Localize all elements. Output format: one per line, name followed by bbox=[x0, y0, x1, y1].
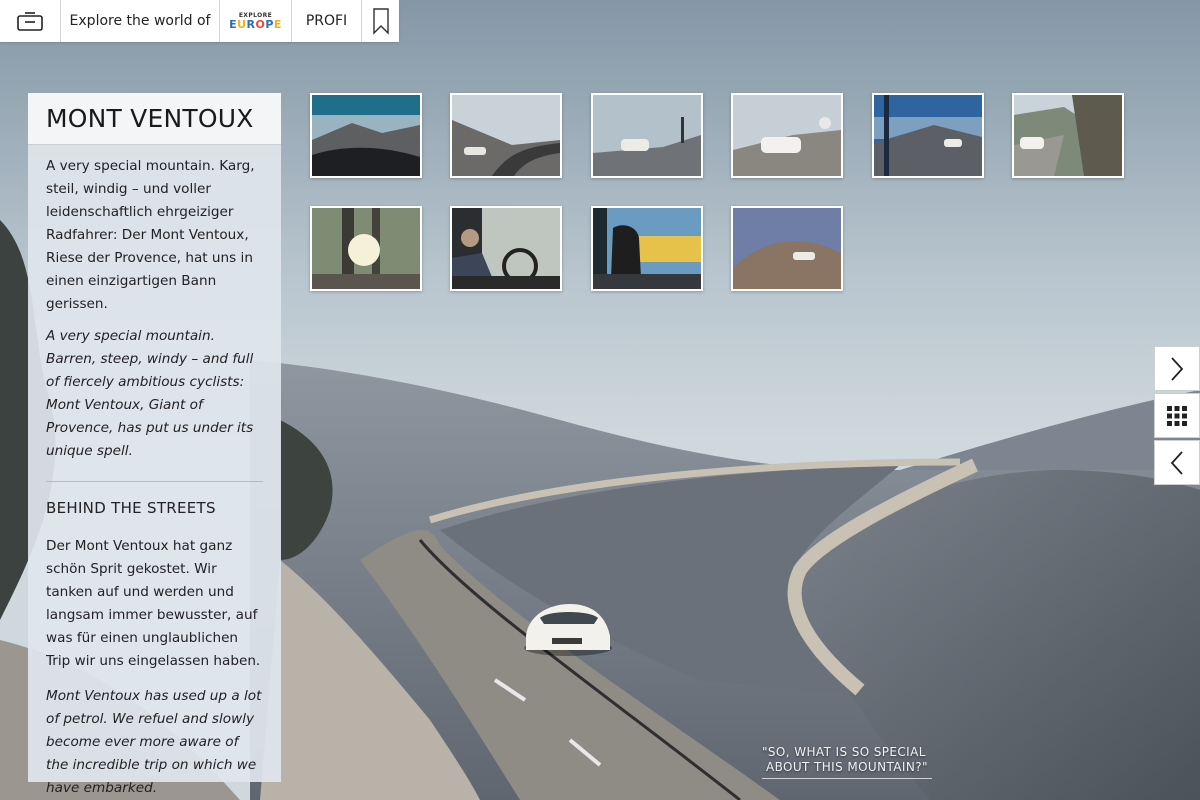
gallery-thumbnail[interactable] bbox=[872, 93, 984, 178]
top-navigation-bar: Explore the world of EXPLORE EUROPE PROF… bbox=[0, 0, 399, 42]
explore-europe-logo[interactable]: EXPLORE EUROPE bbox=[220, 0, 292, 42]
section-text-english: Mont Ventoux has used up a lot of petrol… bbox=[46, 688, 262, 796]
gallery-thumbnail[interactable] bbox=[731, 206, 843, 291]
bookmark-icon bbox=[372, 8, 389, 35]
drawer-icon bbox=[17, 12, 43, 31]
bookmark-button[interactable] bbox=[362, 0, 399, 42]
menu-button[interactable] bbox=[0, 0, 61, 42]
gallery-thumbnail[interactable] bbox=[450, 93, 562, 178]
gallery-thumbnail[interactable] bbox=[731, 93, 843, 178]
gallery-thumbnail[interactable] bbox=[310, 93, 422, 178]
article-title: MONT VENTOUX bbox=[28, 93, 281, 145]
previous-button[interactable] bbox=[1154, 440, 1200, 485]
next-button[interactable] bbox=[1154, 346, 1200, 391]
chevron-left-icon bbox=[1170, 450, 1183, 475]
logo-main-text: EUROPE bbox=[229, 17, 282, 31]
explore-label: Explore the world of bbox=[61, 0, 220, 42]
gallery-thumbnail[interactable] bbox=[450, 206, 562, 291]
grid-view-button[interactable] bbox=[1154, 393, 1200, 438]
grid-icon bbox=[1167, 405, 1187, 426]
section-text-german: Der Mont Ventoux hat ganz schön Sprit ge… bbox=[46, 538, 261, 669]
caption-line-2: ABOUT THIS MOUNTAIN?" bbox=[766, 760, 928, 774]
gallery-thumbnail[interactable] bbox=[591, 93, 703, 178]
gallery-thumbnail[interactable] bbox=[310, 206, 422, 291]
gallery-thumbnail[interactable] bbox=[591, 206, 703, 291]
intro-text-english: A very special mountain. Barren, steep, … bbox=[46, 328, 254, 459]
thumbnail-image bbox=[312, 95, 420, 176]
section-divider bbox=[46, 481, 263, 482]
caption-line-1: "SO, WHAT IS SO SPECIAL bbox=[762, 745, 926, 759]
photo-caption: "SO, WHAT IS SO SPECIAL ABOUT THIS MOUNT… bbox=[762, 745, 932, 779]
section-heading: BEHIND THE STREETS bbox=[46, 499, 216, 517]
chevron-right-icon bbox=[1171, 356, 1184, 381]
article-panel: MONT VENTOUX A very special mountain. Ka… bbox=[28, 93, 281, 796]
profi-link[interactable]: PROFI bbox=[292, 0, 362, 42]
intro-text-german: A very special mountain. Karg, steil, wi… bbox=[46, 158, 255, 312]
gallery-thumbnail[interactable] bbox=[1012, 93, 1124, 178]
